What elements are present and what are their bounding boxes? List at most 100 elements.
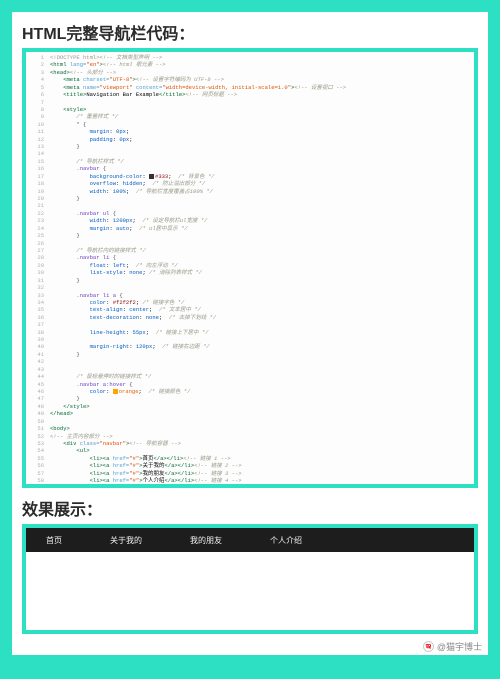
code-line[interactable]: 43 (26, 366, 474, 373)
code-content[interactable]: <ul> (50, 447, 474, 454)
code-line[interactable]: 14 (26, 150, 474, 157)
code-content[interactable]: <meta charset="UTF-8"><!-- 设置字符编码为 UTF-8… (50, 76, 474, 83)
code-line[interactable]: 56 <li><a href="#">关于我的</a></li><!-- 链接 … (26, 462, 474, 469)
code-line[interactable]: 40 margin-right: 120px; /* 链接右边距 */ (26, 343, 474, 350)
code-line[interactable]: 52<!-- 主页内容部分 --> (26, 433, 474, 440)
code-line[interactable]: 22 .navbar ul { (26, 210, 474, 217)
demo-nav-link-3[interactable]: 个人介绍 (270, 535, 302, 546)
code-line[interactable]: 26 (26, 240, 474, 247)
code-line[interactable]: 29 float: left; /* 向左浮动 */ (26, 262, 474, 269)
code-content[interactable]: width: 1200px; /* 设定导航栏ul宽度 */ (50, 217, 474, 224)
code-content[interactable]: width: 100%; /* 导航栏宽度覆盖占100% */ (50, 188, 474, 195)
code-content[interactable]: } (50, 277, 474, 284)
code-line[interactable]: 51<body> (26, 425, 474, 432)
code-content[interactable]: .navbar li a { (50, 292, 474, 299)
code-content[interactable]: background-color: #333; /* 背景色 */ (50, 173, 474, 180)
code-line[interactable]: 16 .navbar { (26, 165, 474, 172)
code-line[interactable]: 21 (26, 202, 474, 209)
code-line[interactable]: 46 color: orange; /* 链接颜色 */ (26, 388, 474, 395)
code-content[interactable] (50, 284, 474, 291)
code-content[interactable]: <!DOCTYPE html><!-- 文档类型声明 --> (50, 54, 474, 61)
code-line[interactable]: 13 } (26, 143, 474, 150)
code-content[interactable]: .navbar { (50, 165, 474, 172)
code-content[interactable]: </style> (50, 403, 474, 410)
code-content[interactable]: margin: auto; /* ul居中显示 */ (50, 225, 474, 232)
code-content[interactable]: list-style: none; /* 消除列表样式 */ (50, 269, 474, 276)
code-content[interactable]: } (50, 232, 474, 239)
code-content[interactable]: </head> (50, 410, 474, 417)
code-line[interactable]: 49</head> (26, 410, 474, 417)
code-line[interactable]: 10 * { (26, 121, 474, 128)
code-line[interactable]: 32 (26, 284, 474, 291)
code-content[interactable]: <style> (50, 106, 474, 113)
code-content[interactable] (50, 358, 474, 365)
code-content[interactable]: * { (50, 121, 474, 128)
code-line[interactable]: 42 (26, 358, 474, 365)
demo-nav-link-2[interactable]: 我的朋友 (190, 535, 222, 546)
code-line[interactable]: 8 <style> (26, 106, 474, 113)
code-line[interactable]: 3<head><!-- 头部分 --> (26, 69, 474, 76)
code-content[interactable]: /* 导航栏样式 */ (50, 158, 474, 165)
code-line[interactable]: 59 </ul> (26, 484, 474, 488)
code-line[interactable]: 23 width: 1200px; /* 设定导航栏ul宽度 */ (26, 217, 474, 224)
code-content[interactable]: <li><a href="#">我的朋友</a></li><!-- 链接 3 -… (50, 470, 474, 477)
code-line[interactable]: 19 width: 100%; /* 导航栏宽度覆盖占100% */ (26, 188, 474, 195)
code-line[interactable]: 24 margin: auto; /* ul居中显示 */ (26, 225, 474, 232)
code-content[interactable]: <li><a href="#">关于我的</a></li><!-- 链接 2 -… (50, 462, 474, 469)
code-content[interactable]: <head><!-- 头部分 --> (50, 69, 474, 76)
code-line[interactable]: 27 /* 导航栏内的链接样式 */ (26, 247, 474, 254)
code-line[interactable]: 31 } (26, 277, 474, 284)
code-line[interactable]: 9 /* 重置样式 */ (26, 113, 474, 120)
code-line[interactable]: 36 text-decoration: none; /* 去掉下划线 */ (26, 314, 474, 321)
demo-nav-link-0[interactable]: 首页 (46, 535, 62, 546)
code-line[interactable]: 39 (26, 336, 474, 343)
code-line[interactable]: 6 <title>Navigation Bar Example</title><… (26, 91, 474, 98)
code-line[interactable]: 44 /* 鼠标悬停时的链接样式 */ (26, 373, 474, 380)
code-content[interactable]: padding: 0px; (50, 136, 474, 143)
code-line[interactable]: 57 <li><a href="#">我的朋友</a></li><!-- 链接 … (26, 470, 474, 477)
code-content[interactable]: .navbar ul { (50, 210, 474, 217)
code-line[interactable]: 37 (26, 321, 474, 328)
code-line[interactable]: 33 .navbar li a { (26, 292, 474, 299)
code-line[interactable]: 54 <ul> (26, 447, 474, 454)
code-content[interactable]: /* 导航栏内的链接样式 */ (50, 247, 474, 254)
code-line[interactable]: 50 (26, 418, 474, 425)
code-content[interactable]: } (50, 395, 474, 402)
code-line[interactable]: 53 <div class="navbar"><!-- 导航容器 --> (26, 440, 474, 447)
code-content[interactable]: overflow: hidden; /* 防止溢出部分 */ (50, 180, 474, 187)
code-content[interactable]: float: left; /* 向左浮动 */ (50, 262, 474, 269)
code-line[interactable]: 18 overflow: hidden; /* 防止溢出部分 */ (26, 180, 474, 187)
code-content[interactable] (50, 150, 474, 157)
code-line[interactable]: 58 <li><a href="#">个人介绍</a></li><!-- 链接 … (26, 477, 474, 484)
code-line[interactable]: 30 list-style: none; /* 消除列表样式 */ (26, 269, 474, 276)
code-content[interactable]: color: orange; /* 链接颜色 */ (50, 388, 474, 395)
code-line[interactable]: 28 .navbar li { (26, 254, 474, 261)
code-line[interactable]: 12 padding: 0px; (26, 136, 474, 143)
code-content[interactable]: .navbar li { (50, 254, 474, 261)
code-content[interactable] (50, 366, 474, 373)
code-content[interactable] (50, 418, 474, 425)
code-line[interactable]: 17 background-color: #333; /* 背景色 */ (26, 173, 474, 180)
code-content[interactable]: <meta name="viewport" content="width=dev… (50, 84, 474, 91)
code-content[interactable]: <!-- 主页内容部分 --> (50, 433, 474, 440)
code-content[interactable] (50, 202, 474, 209)
code-line[interactable]: 4 <meta charset="UTF-8"><!-- 设置字符编码为 UTF… (26, 76, 474, 83)
code-content[interactable] (50, 240, 474, 247)
code-content[interactable]: } (50, 143, 474, 150)
code-content[interactable]: <html lang="en"><!-- html 根元素 --> (50, 61, 474, 68)
code-editor[interactable]: 1<!DOCTYPE html><!-- 文档类型声明 -->2<html la… (22, 48, 478, 488)
code-content[interactable]: /* 鼠标悬停时的链接样式 */ (50, 373, 474, 380)
code-line[interactable]: 15 /* 导航栏样式 */ (26, 158, 474, 165)
code-content[interactable]: } (50, 195, 474, 202)
code-line[interactable]: 7 (26, 99, 474, 106)
code-line[interactable]: 20 } (26, 195, 474, 202)
code-line[interactable]: 38 line-height: 55px; /* 链接上下居中 */ (26, 329, 474, 336)
code-content[interactable]: <body> (50, 425, 474, 432)
code-content[interactable]: <div class="navbar"><!-- 导航容器 --> (50, 440, 474, 447)
code-content[interactable]: </ul> (50, 484, 474, 488)
code-content[interactable]: } (50, 351, 474, 358)
code-content[interactable]: <title>Navigation Bar Example</title><!-… (50, 91, 474, 98)
code-content[interactable]: text-decoration: none; /* 去掉下划线 */ (50, 314, 474, 321)
code-line[interactable]: 11 margin: 0px; (26, 128, 474, 135)
code-content[interactable]: line-height: 55px; /* 链接上下居中 */ (50, 329, 474, 336)
